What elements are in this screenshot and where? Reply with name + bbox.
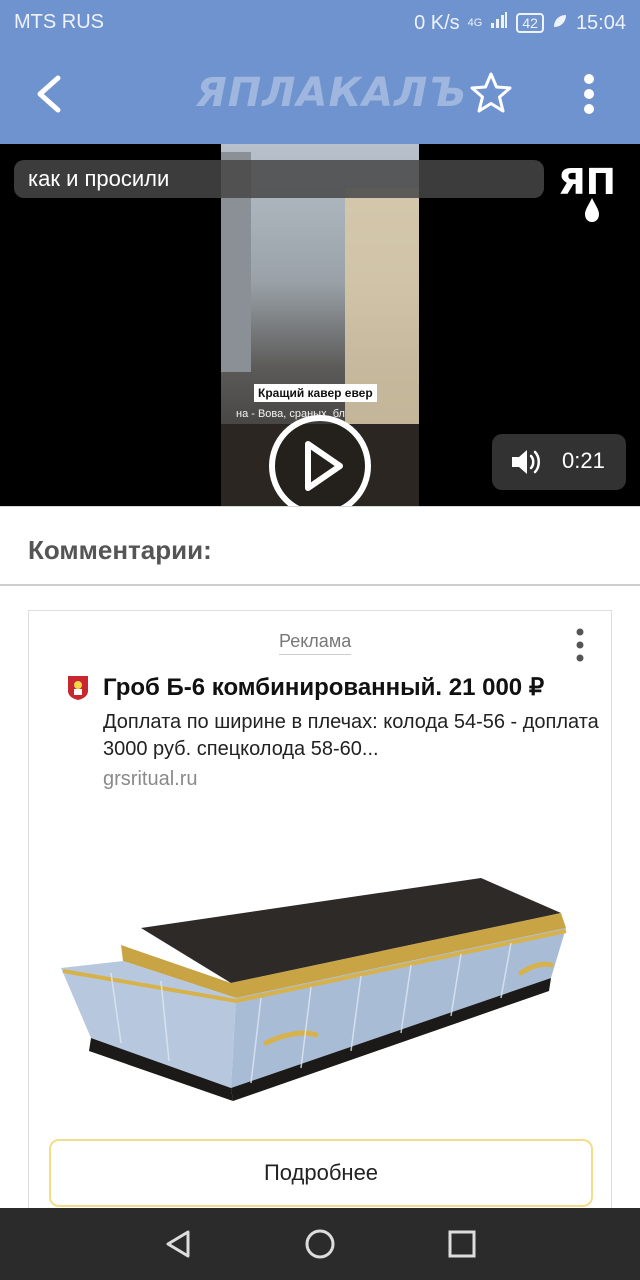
app-bar: ЯПЛАКАЛЪ	[0, 44, 640, 144]
carrier-label: MTS RUS	[14, 11, 104, 33]
ad-label[interactable]: Реклама	[279, 631, 352, 655]
site-logo[interactable]: ЯПЛАКАЛЪ	[196, 70, 467, 116]
ad-title[interactable]: Гроб Б-6 комбинированный. 21 000 ₽	[103, 673, 544, 702]
ad-menu-icon[interactable]	[573, 627, 587, 663]
coffin-product-image[interactable]	[51, 873, 591, 1103]
yaplakal-watermark-logo: ЯП	[558, 162, 616, 222]
status-right: 0 K/s 4G 42 15:04	[414, 11, 626, 35]
battery-level: 42	[516, 13, 544, 33]
play-button-icon[interactable]	[266, 412, 374, 506]
leaf-icon	[552, 12, 568, 35]
favorite-star-icon[interactable]	[468, 70, 514, 116]
watermark-text: ЯП	[558, 162, 616, 203]
android-nav-bar	[0, 1208, 640, 1280]
ad-domain[interactable]: grsritual.ru	[103, 768, 197, 791]
video-player[interactable]: Кращий кавер евер на - Вова, сраных, бл …	[0, 144, 640, 506]
back-arrow-icon[interactable]	[30, 70, 70, 118]
more-menu-icon[interactable]	[574, 70, 604, 118]
comments-header: Комментарии:	[0, 506, 640, 586]
network-speed: 0 K/s	[414, 11, 460, 34]
signal-icon	[490, 11, 508, 35]
moscow-coat-of-arms-icon	[68, 676, 88, 700]
comments-heading: Комментарии:	[28, 535, 212, 565]
video-title: как и просили	[28, 166, 170, 191]
nav-recents-icon[interactable]	[444, 1226, 480, 1262]
ad-description: Доплата по ширине в плечах: колода 54-56…	[103, 711, 599, 760]
video-duration: 0:21	[562, 448, 605, 473]
video-timer[interactable]: 0:21	[492, 434, 626, 490]
ad-card[interactable]: Реклама Гроб Б-6 комбинированный. 21 000…	[28, 610, 612, 1220]
network-type: 4G	[467, 17, 483, 29]
clock: 15:04	[575, 11, 626, 34]
status-bar: MTS RUS 0 K/s 4G 42 15:04	[0, 0, 640, 44]
volume-icon[interactable]	[510, 448, 542, 476]
video-caption: Кращий кавер евер	[254, 384, 377, 402]
nav-back-icon[interactable]	[160, 1226, 196, 1262]
more-details-button[interactable]: Подробнее	[49, 1139, 593, 1207]
video-title-bar: как и просили	[14, 160, 544, 198]
nav-home-icon[interactable]	[302, 1226, 338, 1262]
